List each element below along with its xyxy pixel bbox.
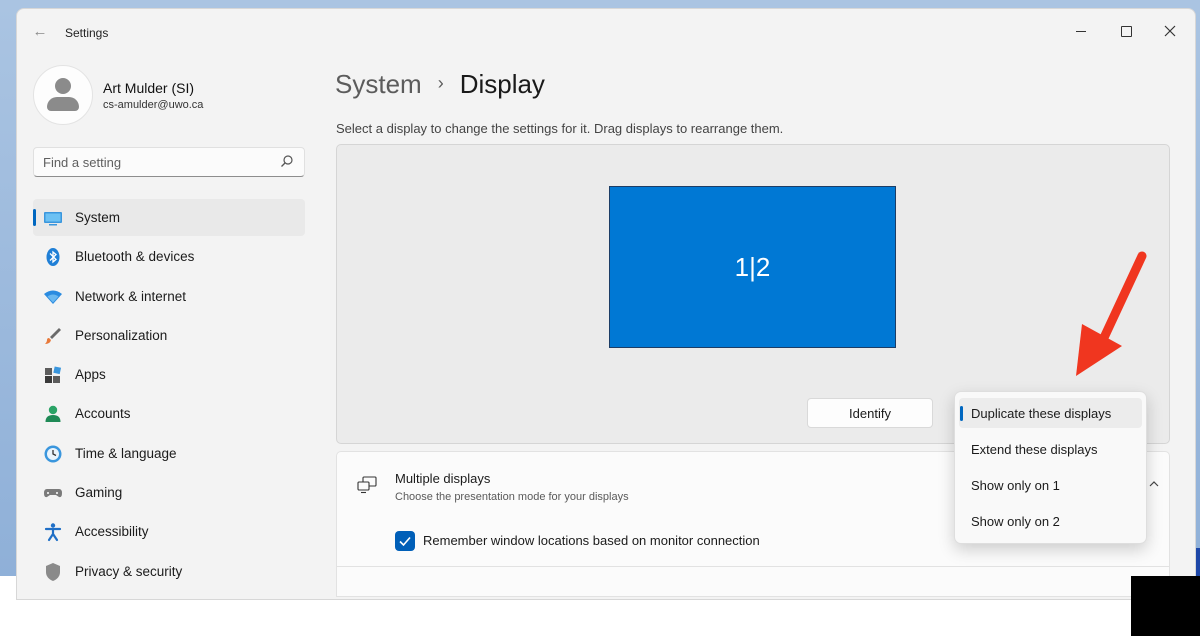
remember-window-locations-checkbox[interactable] [395, 531, 415, 551]
menu-item-label: Extend these displays [971, 442, 1098, 457]
monitor-icon [44, 212, 62, 226]
sidebar-item-label: Apps [75, 367, 106, 383]
sidebar-nav: System Bluetooth & devices Network & int… [33, 199, 305, 592]
person-icon [45, 406, 61, 423]
sidebar-item-time-language[interactable]: Time & language [33, 435, 305, 472]
remember-window-locations-label: Remember window locations based on monit… [423, 533, 760, 548]
breadcrumb-parent[interactable]: System [335, 69, 422, 99]
close-icon [1164, 25, 1176, 37]
sidebar-item-label: Personalization [75, 327, 168, 343]
maximize-icon [1120, 25, 1132, 37]
profile-name: Art Mulder (SI) [103, 80, 195, 96]
search-input[interactable] [43, 153, 273, 171]
multiple-displays-description: Choose the presentation mode for your di… [395, 491, 629, 503]
display-1-2-monitor[interactable]: 1|2 [609, 186, 896, 348]
gamepad-icon [44, 489, 62, 498]
sidebar-item-network[interactable]: Network & internet [33, 278, 305, 315]
apps-icon [45, 366, 62, 384]
avatar-body-shape [47, 97, 79, 111]
sidebar-item-accounts[interactable]: Accounts [33, 395, 305, 432]
minimize-icon [1076, 30, 1086, 32]
breadcrumb: System › Display [335, 69, 545, 105]
sidebar-item-label: Gaming [75, 485, 123, 501]
menu-item-show-only-1[interactable]: Show only on 1 [959, 470, 1142, 500]
back-arrow-icon[interactable]: ← [29, 21, 51, 43]
sidebar-item-label: Network & internet [75, 288, 187, 304]
clock-globe-icon [44, 445, 62, 463]
annotation-arrow-icon [1076, 251, 1147, 376]
sidebar-item-system[interactable]: System [33, 199, 305, 236]
sidebar-item-bluetooth[interactable]: Bluetooth & devices [33, 238, 305, 275]
breadcrumb-separator-icon: › [437, 73, 444, 93]
user-profile[interactable]: Art Mulder (SI) cs-amulder@uwo.ca [33, 65, 313, 127]
sidebar-item-label: Bluetooth & devices [75, 249, 195, 265]
sidebar-item-privacy-security[interactable]: Privacy & security [33, 553, 305, 590]
menu-item-label: Show only on 1 [971, 478, 1060, 493]
accessibility-icon [44, 523, 62, 542]
display-mode-dropdown-menu: Duplicate these displays Extend these di… [954, 391, 1147, 544]
search-icon[interactable] [280, 154, 294, 168]
sidebar-item-apps[interactable]: Apps [33, 356, 305, 393]
app-title: Settings [65, 26, 109, 40]
chevron-up-icon[interactable] [1149, 480, 1159, 488]
sidebar-item-accessibility[interactable]: Accessibility [33, 513, 305, 550]
shield-icon [46, 562, 60, 581]
title-bar: ← Settings [17, 9, 1195, 55]
sidebar-item-label: Accounts [75, 406, 131, 422]
bluetooth-icon [46, 248, 60, 267]
menu-item-show-only-2[interactable]: Show only on 2 [959, 506, 1142, 536]
close-button[interactable] [1150, 15, 1190, 45]
brush-icon [45, 327, 61, 344]
black-corner-block [1131, 576, 1200, 636]
sidebar-item-personalization[interactable]: Personalization [33, 317, 305, 354]
maximize-button[interactable] [1106, 15, 1146, 45]
page-subtitle: Select a display to change the settings … [336, 121, 784, 136]
wifi-icon [44, 290, 62, 304]
next-settings-row [336, 567, 1170, 597]
multiple-displays-title: Multiple displays [395, 471, 491, 486]
checkmark-icon [399, 536, 411, 547]
sidebar-item-label: Time & language [75, 445, 177, 461]
menu-item-duplicate[interactable]: Duplicate these displays [959, 398, 1142, 428]
menu-item-extend[interactable]: Extend these displays [959, 434, 1142, 464]
sidebar-item-label: System [75, 210, 121, 225]
multiple-displays-icon [357, 476, 377, 494]
minimize-button[interactable] [1061, 15, 1101, 45]
menu-item-label: Show only on 2 [971, 514, 1060, 529]
search-box[interactable] [33, 147, 305, 177]
menu-item-label: Duplicate these displays [971, 406, 1112, 421]
sidebar-item-label: Privacy & security [75, 563, 183, 579]
sidebar-item-label: Accessibility [75, 524, 149, 540]
sidebar-item-gaming[interactable]: Gaming [33, 474, 305, 511]
identify-button[interactable]: Identify [807, 398, 933, 428]
avatar [33, 65, 93, 125]
page-title: Display [459, 69, 545, 99]
profile-email: cs-amulder@uwo.ca [103, 99, 204, 111]
avatar-head-shape [55, 78, 71, 94]
